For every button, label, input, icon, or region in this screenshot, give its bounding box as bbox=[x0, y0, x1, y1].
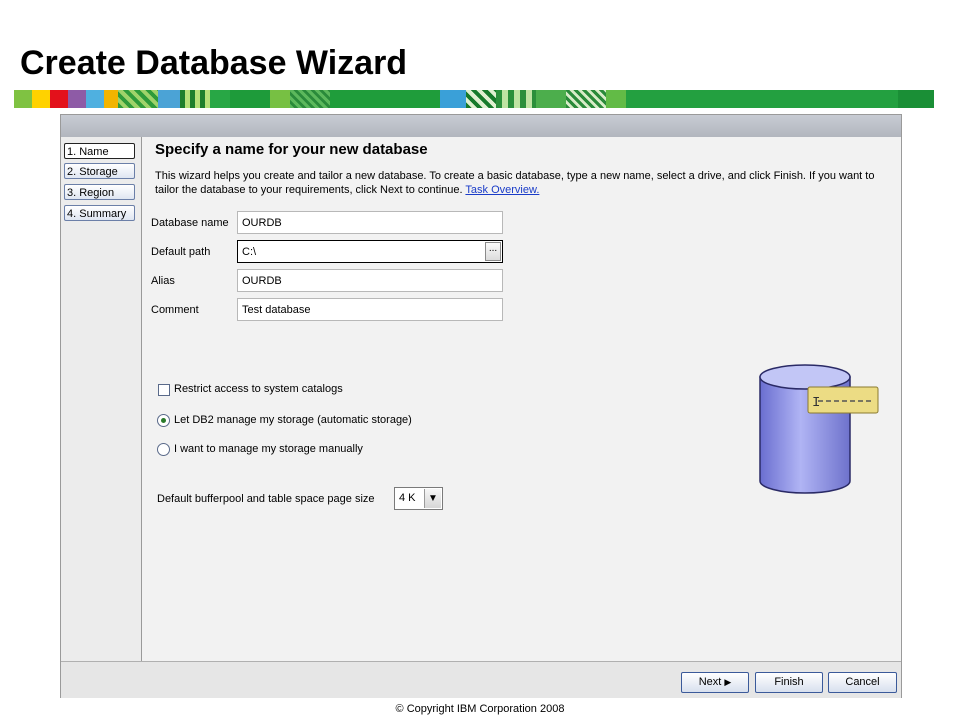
restrict-access-checkbox[interactable] bbox=[158, 384, 170, 396]
task-overview-link[interactable]: Task Overview. bbox=[465, 184, 539, 196]
next-button[interactable]: Next ▶ bbox=[681, 672, 749, 693]
wizard-step-navigation: 1. Name 2. Storage 3. Region 4. Summary bbox=[61, 137, 142, 661]
comment-input[interactable] bbox=[237, 298, 503, 321]
browse-path-button[interactable]: ... bbox=[485, 242, 501, 261]
wizard-content-panel: Specify a name for your new database Thi… bbox=[142, 137, 901, 661]
page-size-select[interactable]: 4 K ▼ bbox=[394, 487, 443, 510]
wizard-button-bar: Next ▶ Finish Cancel bbox=[61, 661, 901, 698]
manual-storage-radio[interactable] bbox=[157, 443, 170, 456]
wizard-title-bar bbox=[61, 115, 901, 138]
nav-step-storage[interactable]: 2. Storage bbox=[64, 163, 135, 179]
default-path-label: Default path bbox=[151, 246, 211, 258]
alias-input[interactable] bbox=[237, 269, 503, 292]
arrow-right-icon: ▶ bbox=[724, 677, 732, 687]
page-description: This wizard helps you create and tailor … bbox=[155, 169, 895, 197]
restrict-access-label: Restrict access to system catalogs bbox=[174, 383, 343, 395]
page-heading: Specify a name for your new database bbox=[155, 141, 428, 158]
cancel-button[interactable]: Cancel bbox=[828, 672, 897, 693]
database-cylinder-icon: I bbox=[759, 364, 879, 494]
manual-storage-label: I want to manage my storage manually bbox=[174, 443, 363, 455]
database-name-input[interactable] bbox=[237, 211, 503, 234]
alias-label: Alias bbox=[151, 275, 175, 287]
nav-step-name[interactable]: 1. Name bbox=[64, 143, 135, 159]
next-button-label: Next bbox=[698, 676, 722, 688]
page-size-value: 4 K bbox=[399, 492, 416, 504]
decorative-color-strip bbox=[14, 90, 954, 108]
slide-title: Create Database Wizard bbox=[20, 44, 408, 82]
automatic-storage-radio[interactable] bbox=[157, 414, 170, 427]
create-database-wizard-window: 1. Name 2. Storage 3. Region 4. Summary … bbox=[60, 114, 902, 698]
nav-step-region[interactable]: 3. Region bbox=[64, 184, 135, 200]
default-path-input[interactable] bbox=[237, 240, 503, 263]
svg-text:I: I bbox=[812, 395, 820, 411]
database-name-label: Database name bbox=[151, 217, 229, 229]
chevron-down-icon[interactable]: ▼ bbox=[424, 489, 441, 508]
copyright-footer: © Copyright IBM Corporation 2008 bbox=[395, 703, 565, 715]
nav-step-summary[interactable]: 4. Summary bbox=[64, 205, 135, 221]
comment-label: Comment bbox=[151, 304, 199, 316]
page-size-label: Default bufferpool and table space page … bbox=[157, 493, 375, 505]
finish-button[interactable]: Finish bbox=[755, 672, 823, 693]
automatic-storage-label: Let DB2 manage my storage (automatic sto… bbox=[174, 414, 412, 426]
